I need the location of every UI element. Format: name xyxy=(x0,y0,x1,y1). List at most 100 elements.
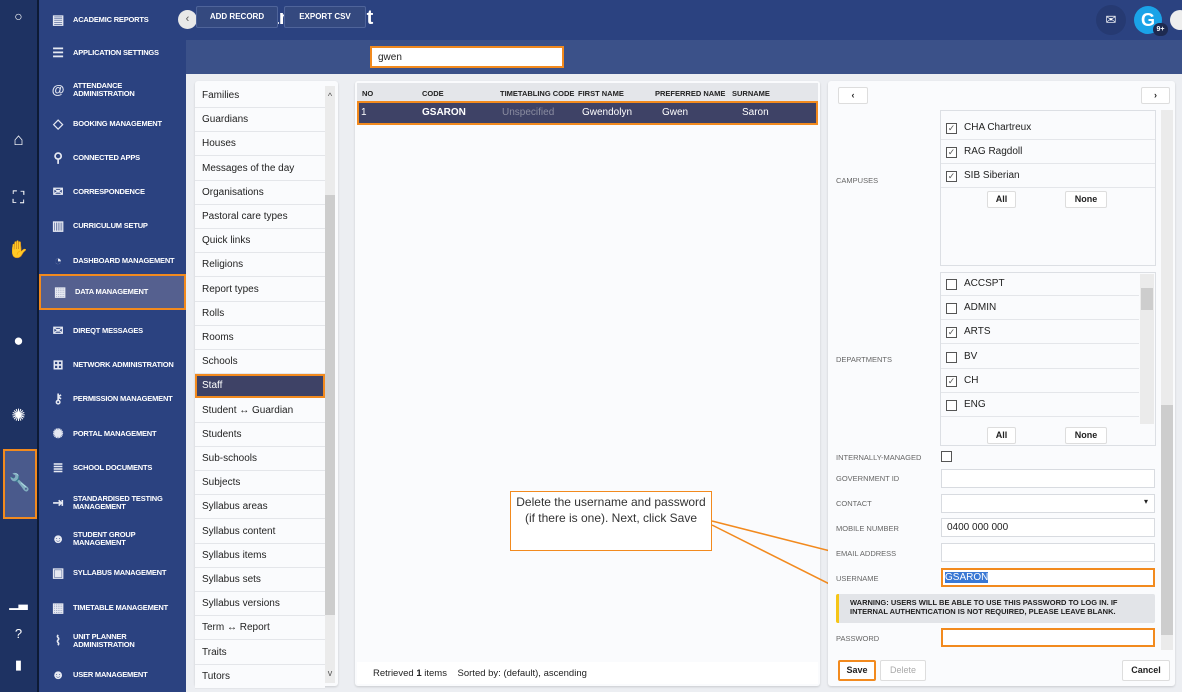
wrench-icon[interactable]: 🔧 xyxy=(3,449,37,519)
nav-item-unit-planner-administration[interactable]: ⌇ UNIT PLANNER ADMINISTRATION xyxy=(39,623,186,659)
nav-item-booking-management[interactable]: ◇ BOOKING MANAGEMENT xyxy=(39,106,186,142)
campuses-none-button[interactable]: None xyxy=(1065,191,1107,208)
scroll-down-icon[interactable]: v xyxy=(323,668,337,678)
entity-item-traits[interactable]: Traits xyxy=(195,640,325,665)
nav-item-portal-management[interactable]: ✺ PORTAL MANAGEMENT xyxy=(39,416,186,452)
departments-checkbox[interactable] xyxy=(946,351,957,363)
next-record-button[interactable]: › xyxy=(1141,87,1170,104)
departments-scroll-thumb[interactable] xyxy=(1141,288,1153,310)
campuses-all-button[interactable]: All xyxy=(987,191,1016,208)
user-icon[interactable]: ● xyxy=(0,331,37,351)
col-no[interactable]: NO xyxy=(362,89,373,98)
search-input[interactable] xyxy=(370,46,564,68)
entity-item-report-types[interactable]: Report types xyxy=(195,277,325,302)
username-input[interactable]: GSARON xyxy=(941,568,1155,587)
entity-list-scroll-thumb[interactable] xyxy=(325,195,335,615)
entity-item-quick-links[interactable]: Quick links xyxy=(195,229,325,254)
departments-none-button[interactable]: None xyxy=(1065,427,1107,444)
entity-item-student-guardian[interactable]: Student ↔ Guardian xyxy=(195,398,325,423)
col-code[interactable]: CODE xyxy=(422,89,444,98)
government-id-input[interactable] xyxy=(941,469,1155,488)
prev-record-button[interactable]: ‹ xyxy=(838,87,868,104)
nav-item-student-group-management[interactable]: ☻ STUDENT GROUP MANAGEMENT xyxy=(39,521,186,557)
entity-item-staff[interactable]: Staff xyxy=(195,374,325,399)
chart-icon[interactable]: ▁▃ xyxy=(0,596,37,610)
departments-checkbox[interactable]: ✓ xyxy=(946,375,957,387)
nav-item-application-settings[interactable]: ☰ APPLICATION SETTINGS xyxy=(39,35,186,71)
entity-item-organisations[interactable]: Organisations xyxy=(195,180,325,205)
entity-item-pastoral-care-types[interactable]: Pastoral care types xyxy=(195,205,325,229)
entity-item-houses[interactable]: Houses xyxy=(195,132,325,157)
departments-checkbox[interactable]: ✓ xyxy=(946,327,957,339)
cancel-button[interactable]: Cancel xyxy=(1122,660,1170,681)
entity-item-schools[interactable]: Schools xyxy=(195,350,325,375)
col-timetabling-code[interactable]: TIMETABLING CODE xyxy=(500,89,574,98)
entity-item-sub-schools[interactable]: Sub-schools xyxy=(195,447,325,471)
entity-item-syllabus-versions[interactable]: Syllabus versions xyxy=(195,592,325,617)
campuses-option[interactable]: ✓ SIB Siberian xyxy=(941,164,1155,188)
detail-scroll-thumb[interactable] xyxy=(1161,405,1173,635)
entity-item-tutors[interactable]: Tutors xyxy=(195,664,325,689)
nav-item-curriculum-setup[interactable]: ▥ CURRICULUM SETUP xyxy=(39,208,186,244)
add-record-button[interactable]: ADD RECORD xyxy=(196,6,278,28)
hand-icon[interactable]: ✋ xyxy=(0,240,37,260)
entity-item-students[interactable]: Students xyxy=(195,422,325,447)
search-icon[interactable]: ○ xyxy=(0,8,37,24)
nav-item-school-documents[interactable]: ≣ SCHOOL DOCUMENTS xyxy=(39,450,186,486)
contact-select[interactable]: ▾ xyxy=(941,494,1155,513)
nav-item-attendance-administration[interactable]: @ ATTENDANCE ADMINISTRATION xyxy=(39,72,186,108)
nav-item-syllabus-management[interactable]: ▣ SYLLABUS MANAGEMENT xyxy=(39,555,186,591)
entity-item-syllabus-items[interactable]: Syllabus items xyxy=(195,543,325,568)
internally-managed-checkbox[interactable] xyxy=(941,451,952,462)
col-preferred-name[interactable]: PREFERRED NAME xyxy=(655,89,725,98)
mobile-number-input[interactable] xyxy=(941,518,1155,537)
nav-item-permission-management[interactable]: ⚷ PERMISSION MANAGEMENT xyxy=(39,381,186,417)
entity-item-syllabus-areas[interactable]: Syllabus areas xyxy=(195,495,325,520)
home-icon[interactable]: ⌂ xyxy=(0,130,37,150)
collapse-nav-button[interactable]: ‹ xyxy=(178,10,197,29)
help-icon[interactable]: ? xyxy=(0,626,37,641)
departments-checkbox[interactable] xyxy=(946,303,957,315)
save-button[interactable]: Save xyxy=(838,660,876,681)
col-first-name[interactable]: FIRST NAME xyxy=(578,89,624,98)
email-address-input[interactable] xyxy=(941,543,1155,562)
nav-item-timetable-management[interactable]: ▦ TIMETABLE MANAGEMENT xyxy=(39,590,186,626)
entity-item-term-report[interactable]: Term ↔ Report xyxy=(195,616,325,641)
nav-item-connected-apps[interactable]: ⚲ CONNECTED APPS xyxy=(39,140,186,176)
entity-item-rooms[interactable]: Rooms xyxy=(195,326,325,350)
entity-item-families[interactable]: Families xyxy=(195,84,325,108)
scroll-up-icon[interactable]: ^ xyxy=(323,91,337,101)
entity-item-religions[interactable]: Religions xyxy=(195,253,325,278)
departments-option[interactable]: ADMIN xyxy=(941,296,1139,321)
nav-item-academic-reports[interactable]: ▤ ACADEMIC REPORTS xyxy=(39,2,186,38)
departments-option[interactable]: ✓ ARTS xyxy=(941,320,1139,345)
nav-item-direqt-messages[interactable]: ✉ DIREQT MESSAGES xyxy=(39,313,186,349)
delete-button[interactable]: Delete xyxy=(880,660,926,681)
departments-option[interactable]: ENG xyxy=(941,393,1139,417)
logout-icon[interactable]: ▮ xyxy=(0,657,37,673)
entity-item-messages-of-the-day[interactable]: Messages of the day xyxy=(195,156,325,181)
col-surname[interactable]: SURNAME xyxy=(732,89,770,98)
nav-item-data-management[interactable]: ▦ DATA MANAGEMENT xyxy=(39,274,186,310)
departments-checkbox[interactable] xyxy=(946,400,957,411)
departments-option[interactable]: ACCSPT xyxy=(941,272,1139,296)
portal-icon[interactable]: ✺ xyxy=(0,406,37,426)
departments-all-button[interactable]: All xyxy=(987,427,1016,444)
export-csv-button[interactable]: EXPORT CSV xyxy=(284,6,366,28)
nav-item-correspondence[interactable]: ✉ CORRESPONDENCE xyxy=(39,174,186,210)
campuses-option[interactable]: ✓ RAG Ragdoll xyxy=(941,140,1155,164)
departments-option[interactable]: ✓ CH xyxy=(941,369,1139,393)
entity-item-rolls[interactable]: Rolls xyxy=(195,301,325,326)
nav-item-user-management[interactable]: ☻ USER MANAGEMENT xyxy=(39,657,186,692)
nav-item-standardised-testing-management[interactable]: ⇥ STANDARDISED TESTING MANAGEMENT xyxy=(39,485,186,521)
campuses-option[interactable]: ✓ CHA Chartreux xyxy=(941,116,1155,140)
campuses-checkbox[interactable]: ✓ xyxy=(946,171,957,182)
password-input[interactable] xyxy=(941,628,1155,647)
entity-item-syllabus-sets[interactable]: Syllabus sets xyxy=(195,568,325,592)
presentation-icon[interactable]: ⛶ xyxy=(0,188,37,208)
entity-item-guardians[interactable]: Guardians xyxy=(195,108,325,133)
entity-item-subjects[interactable]: Subjects xyxy=(195,471,325,496)
mail-icon[interactable]: ✉ xyxy=(1096,5,1126,35)
entity-item-syllabus-content[interactable]: Syllabus content xyxy=(195,519,325,544)
departments-checkbox[interactable] xyxy=(946,279,957,290)
